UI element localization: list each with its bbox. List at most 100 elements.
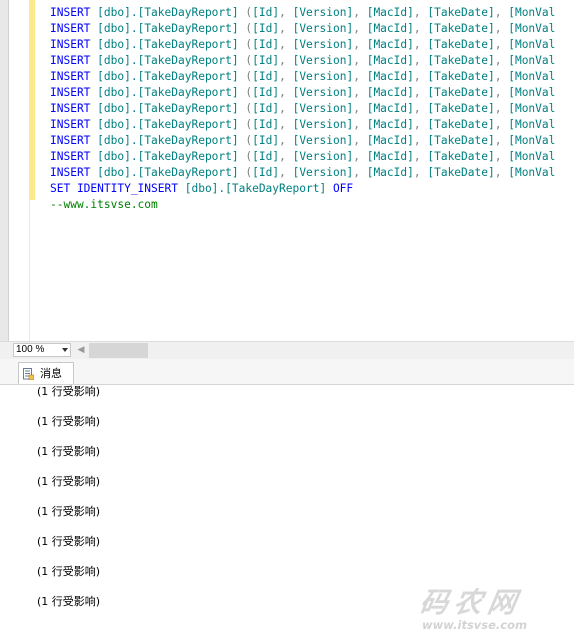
sql-column-name: [MacId]: [366, 118, 414, 131]
sql-table-name: [dbo].[TakeDayReport]: [184, 182, 327, 195]
sql-table-name: [dbo].[TakeDayReport]: [97, 54, 239, 67]
code-line: INSERT [dbo].[TakeDayReport] ([Id], [Ver…: [50, 70, 556, 83]
editor-left-strip: [0, 0, 9, 341]
code-line: INSERT [dbo].[TakeDayReport] ([Id], [Ver…: [50, 166, 556, 179]
sql-keyword: INSERT: [50, 166, 91, 179]
sql-column-name: [Version]: [292, 166, 354, 179]
sql-column-name: [Id]: [252, 22, 280, 35]
sql-keyword: INSERT: [50, 86, 91, 99]
sql-table-name: [dbo].[TakeDayReport]: [97, 134, 239, 147]
code-line: INSERT [dbo].[TakeDayReport] ([Id], [Ver…: [50, 22, 556, 35]
sql-column-name: [MacId]: [366, 86, 414, 99]
sql-column-name: [Id]: [252, 38, 280, 51]
sql-column-name: [MacId]: [366, 22, 414, 35]
sql-keyword: INSERT: [50, 70, 91, 83]
watermark-url: www.itsvse.com: [422, 618, 527, 632]
sql-column-name: [MonVal: [508, 150, 556, 163]
sql-keyword: SET IDENTITY_INSERT: [50, 182, 178, 195]
results-tab-strip: 消息: [0, 359, 574, 385]
sql-column-name: [Version]: [292, 6, 354, 19]
sql-column-name: [MacId]: [366, 6, 414, 19]
sql-keyword: INSERT: [50, 150, 91, 163]
sql-column-name: [MonVal: [508, 102, 556, 115]
sql-column-name: [TakeDate]: [427, 134, 495, 147]
sql-column-name: [Id]: [252, 150, 280, 163]
sql-keyword: INSERT: [50, 22, 91, 35]
sql-keyword: INSERT: [50, 118, 91, 131]
sql-keyword: INSERT: [50, 102, 91, 115]
sql-column-name: [Version]: [292, 150, 354, 163]
sql-column-name: [MonVal: [508, 22, 556, 35]
sql-column-name: [Version]: [292, 54, 354, 67]
sql-column-name: [MacId]: [366, 70, 414, 83]
sql-column-name: [MonVal: [508, 70, 556, 83]
code-text[interactable]: INSERT [dbo].[TakeDayReport] ([Id], [Ver…: [50, 5, 555, 213]
sql-column-name: [MacId]: [366, 38, 414, 51]
sql-column-name: [Version]: [292, 102, 354, 115]
sql-column-name: [Id]: [252, 54, 280, 67]
sql-keyword: INSERT: [50, 6, 91, 19]
sql-table-name: [dbo].[TakeDayReport]: [97, 150, 239, 163]
sql-column-name: [MonVal: [508, 38, 556, 51]
message-list: (1 行受影响) (1 行受影响) (1 行受影响) (1 行受影响) (1 行受影响)…: [37, 385, 100, 625]
message-line: (1 行受影响): [37, 565, 101, 578]
code-line: SET IDENTITY_INSERT [dbo].[TakeDayReport…: [50, 181, 555, 197]
sql-column-name: [TakeDate]: [427, 86, 495, 99]
sql-column-name: [TakeDate]: [427, 54, 495, 67]
tab-messages[interactable]: 消息: [18, 362, 74, 384]
sql-comment: --www.itsvse.com: [50, 198, 158, 211]
message-line: (1 行受影响): [37, 505, 101, 518]
sql-column-name: [MonVal: [508, 6, 556, 19]
sql-column-name: [Version]: [292, 22, 354, 35]
code-line: --www.itsvse.com: [50, 197, 555, 213]
sql-column-name: [MacId]: [366, 166, 414, 179]
sql-column-name: [Version]: [292, 38, 354, 51]
sql-table-name: [dbo].[TakeDayReport]: [97, 86, 239, 99]
message-line: (1 行受影响): [37, 535, 101, 548]
change-tracking-bar: [30, 0, 35, 200]
sql-column-name: [MacId]: [366, 150, 414, 163]
sql-column-name: [Id]: [252, 166, 280, 179]
sql-column-name: [TakeDate]: [427, 166, 495, 179]
code-line: INSERT [dbo].[TakeDayReport] ([Id], [Ver…: [50, 150, 556, 163]
sql-keyword: OFF: [332, 182, 354, 195]
code-line: INSERT [dbo].[TakeDayReport] ([Id], [Ver…: [50, 54, 556, 67]
horizontal-scrollbar-thumb[interactable]: [89, 343, 148, 358]
sql-table-name: [dbo].[TakeDayReport]: [97, 6, 239, 19]
scroll-left-arrow-icon[interactable]: ◀: [76, 344, 86, 356]
sql-column-name: [TakeDate]: [427, 102, 495, 115]
sql-table-name: [dbo].[TakeDayReport]: [97, 22, 239, 35]
sql-table-name: [dbo].[TakeDayReport]: [97, 118, 239, 131]
code-line: INSERT [dbo].[TakeDayReport] ([Id], [Ver…: [50, 38, 556, 51]
sql-column-name: [MonVal: [508, 118, 556, 131]
sql-column-name: [Version]: [292, 86, 354, 99]
sql-column-name: [MacId]: [366, 54, 414, 67]
sql-keyword: INSERT: [50, 134, 91, 147]
zoom-dropdown[interactable]: 100 %: [13, 343, 71, 357]
sql-column-name: [Id]: [252, 86, 280, 99]
sql-column-name: [MonVal: [508, 86, 556, 99]
code-line: INSERT [dbo].[TakeDayReport] ([Id], [Ver…: [50, 6, 556, 19]
sql-table-name: [dbo].[TakeDayReport]: [97, 166, 239, 179]
message-document-icon: [23, 368, 34, 380]
sql-keyword: INSERT: [50, 38, 91, 51]
sql-column-name: [MonVal: [508, 54, 556, 67]
sql-column-name: [TakeDate]: [427, 38, 495, 51]
code-line: INSERT [dbo].[TakeDayReport] ([Id], [Ver…: [50, 118, 556, 131]
sql-column-name: [MonVal: [508, 166, 556, 179]
sql-column-name: [Id]: [252, 102, 280, 115]
sql-table-name: [dbo].[TakeDayReport]: [97, 38, 239, 51]
sql-column-name: [MacId]: [366, 134, 414, 147]
sql-column-name: [Version]: [292, 70, 354, 83]
sql-table-name: [dbo].[TakeDayReport]: [97, 70, 239, 83]
code-line: INSERT [dbo].[TakeDayReport] ([Id], [Ver…: [50, 134, 556, 147]
code-line: INSERT [dbo].[TakeDayReport] ([Id], [Ver…: [50, 86, 556, 99]
message-line: (1 行受影响): [37, 475, 101, 488]
sql-table-name: [dbo].[TakeDayReport]: [97, 102, 239, 115]
sql-column-name: [TakeDate]: [427, 150, 495, 163]
query-editor[interactable]: INSERT [dbo].[TakeDayReport] ([Id], [Ver…: [0, 0, 574, 341]
code-line: INSERT [dbo].[TakeDayReport] ([Id], [Ver…: [50, 102, 556, 115]
watermark-title: 码农网: [417, 586, 526, 619]
message-line: (1 行受影响): [37, 445, 101, 458]
chevron-down-icon[interactable]: [62, 348, 68, 352]
